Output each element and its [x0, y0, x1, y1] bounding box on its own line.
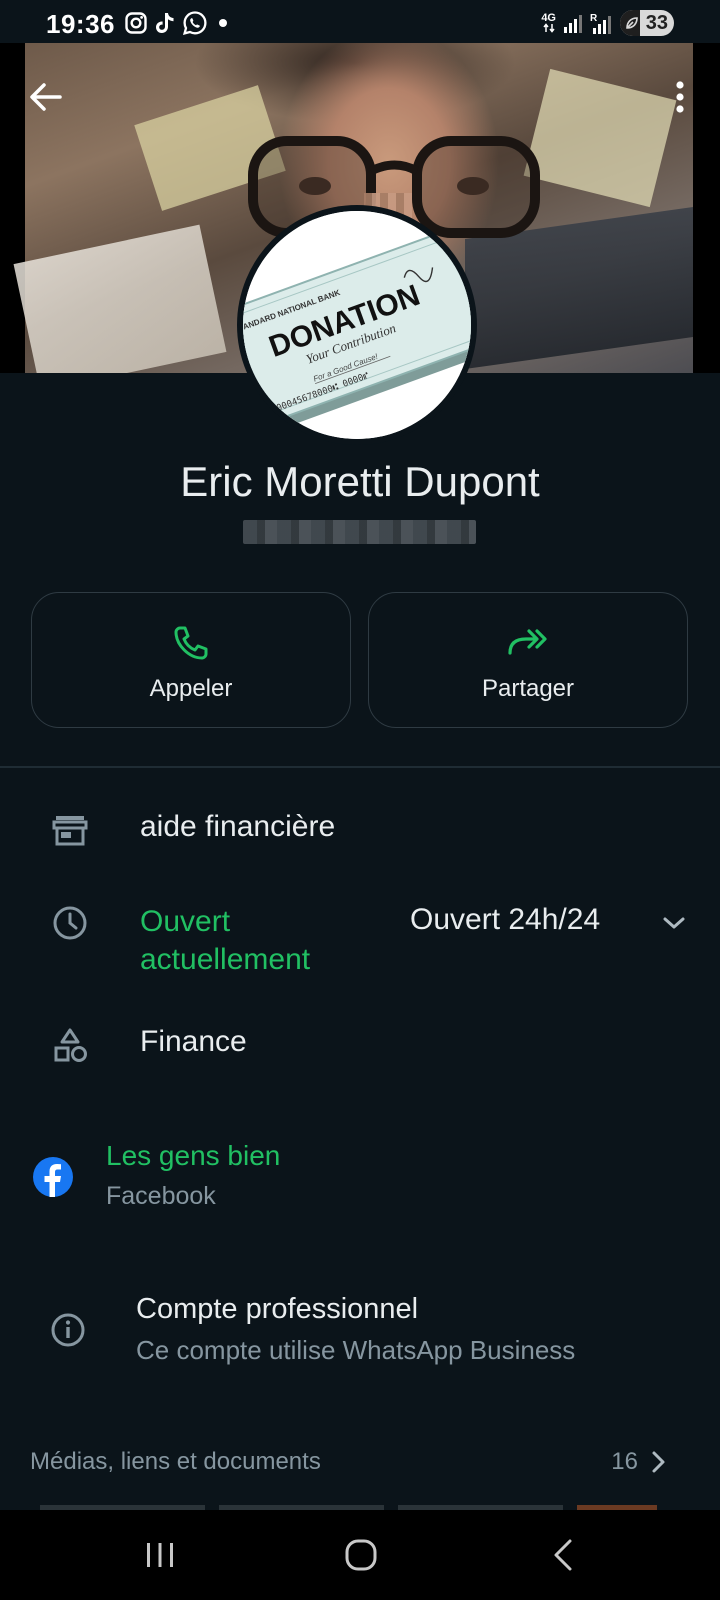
call-button[interactable]: Appeler — [31, 592, 351, 728]
back-nav-button[interactable] — [533, 1530, 593, 1580]
facebook-page-name: Les gens bien — [106, 1140, 281, 1171]
home-icon — [345, 1539, 377, 1571]
more-options-button[interactable] — [668, 73, 692, 121]
status-time: 19:36 — [46, 9, 115, 39]
business-description: aide financière — [140, 810, 336, 843]
facebook-platform: Facebook — [106, 1182, 216, 1210]
instagram-icon — [125, 12, 147, 34]
signal-roaming-icon: R — [590, 13, 611, 34]
whatsapp-icon — [182, 11, 207, 36]
data-arrows-icon — [543, 23, 555, 33]
back-nav-icon — [554, 1539, 572, 1571]
recents-button[interactable] — [130, 1530, 190, 1580]
info-icon — [48, 1310, 88, 1350]
media-count: 16 — [611, 1448, 638, 1475]
network-type-indicator: 4G — [541, 13, 556, 33]
business-category: Finance — [140, 1025, 247, 1058]
profile-name: Eric Moretti Dupont — [180, 458, 540, 505]
status-bar: 19:36 4G R 33 — [0, 0, 720, 44]
facebook-link[interactable]: Les gens bien Facebook — [106, 1140, 666, 1220]
recents-icon — [147, 1543, 173, 1567]
system-icons: 4G R 33 — [541, 10, 674, 36]
clock-icon — [50, 903, 90, 943]
share-button[interactable]: Partager — [368, 592, 688, 728]
avatar-image: STANDARD NATIONAL BANK DONATION Your Con… — [243, 211, 471, 439]
battery-level: 33 — [645, 11, 668, 34]
call-label: Appeler — [149, 675, 233, 702]
category-icon — [50, 1025, 90, 1065]
tiktok-icon — [156, 13, 174, 33]
share-label: Partager — [481, 675, 575, 702]
phone-number-redacted — [243, 520, 476, 544]
signal-icon — [564, 15, 582, 33]
more-vertical-icon — [676, 81, 684, 113]
arrow-left-icon — [30, 83, 62, 111]
divider — [0, 766, 720, 768]
svg-text:R: R — [590, 13, 598, 24]
store-icon — [50, 810, 90, 850]
back-button[interactable] — [22, 73, 70, 121]
battery-saver-icon — [626, 17, 638, 29]
phone-icon — [174, 626, 208, 660]
network-type: 4G — [541, 12, 556, 24]
donation-check-image: STANDARD NATIONAL BANK DONATION Your Con… — [243, 211, 471, 439]
chevron-down-icon[interactable] — [654, 903, 694, 943]
notification-icons — [124, 10, 232, 36]
media-label: Médias, liens et documents — [30, 1448, 321, 1475]
hours-status: Ouvert actuellement — [140, 905, 311, 976]
account-type-title: Compte professionnel — [136, 1293, 419, 1325]
facebook-icon — [32, 1156, 74, 1198]
share-forward-icon — [508, 629, 547, 655]
chevron-right-icon[interactable] — [644, 1448, 672, 1476]
battery-icon: 33 — [620, 10, 674, 36]
business-account-row[interactable]: Compte professionnel Ce compte utilise W… — [136, 1293, 696, 1373]
hours-value[interactable]: Ouvert 24h/24 — [410, 903, 600, 937]
home-button[interactable] — [331, 1530, 391, 1580]
avatar[interactable]: STANDARD NATIONAL BANK DONATION Your Con… — [237, 205, 477, 445]
system-navigation-bar — [0, 1510, 720, 1600]
dot-icon — [219, 19, 227, 27]
account-type-subtitle: Ce compte utilise WhatsApp Business — [136, 1335, 576, 1365]
